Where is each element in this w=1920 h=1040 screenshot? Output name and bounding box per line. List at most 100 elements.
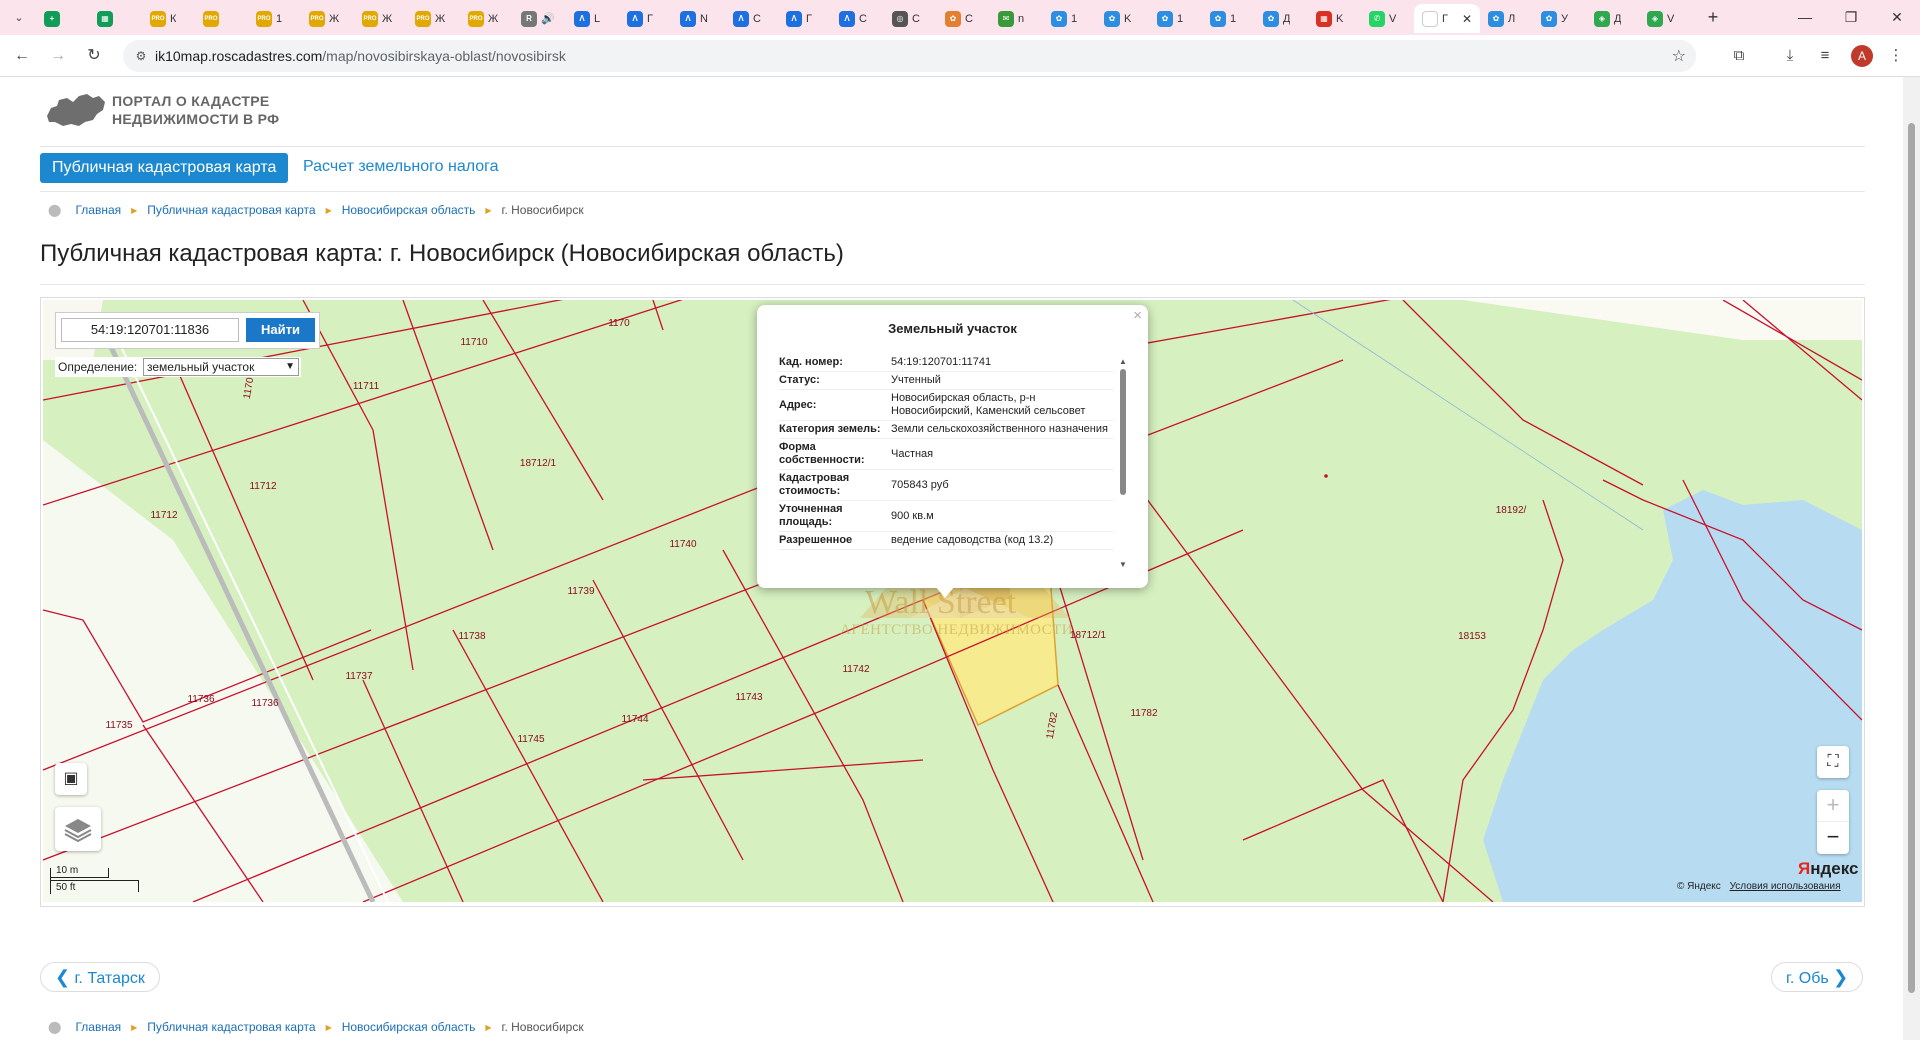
restore-icon[interactable]: ❐ [1828,0,1874,35]
parcel-number-label[interactable]: 11742 [842,664,870,675]
breadcrumb-home[interactable]: Главная [75,1020,121,1034]
media-control-icon[interactable]: ≡ [1813,44,1837,68]
browser-tab[interactable]: PRO К [142,4,195,33]
browser-tab[interactable]: PRO [195,4,248,33]
browser-tab[interactable]: + [36,4,89,33]
browser-tab[interactable]: ✿ 1 [1043,4,1096,33]
popup-scrollbar[interactable]: ▲ ▼ [1119,357,1127,569]
browser-tab[interactable]: ✆ V [1361,4,1414,33]
reload-icon[interactable]: ↻ [82,44,106,68]
page-scrollbar-thumb[interactable] [1908,123,1915,993]
layers-icon[interactable] [55,807,101,851]
browser-tab-active[interactable]: Г ✕ [1414,4,1480,33]
parcel-number-label[interactable]: 11738 [458,631,486,642]
prev-city-button[interactable]: ❮ г. Татарск [40,962,160,992]
parcel-number-label[interactable]: 11737 [345,671,373,682]
browser-tab[interactable]: ΛL [566,4,619,33]
parcel-number-label[interactable]: 11712 [150,510,178,521]
tab-title: C [965,12,973,25]
popup-scrollbar-thumb[interactable] [1120,369,1126,495]
browser-tab[interactable]: ΛГ [778,4,831,33]
forward-icon[interactable]: → [46,44,70,68]
parcel-number-label[interactable]: 11735 [105,720,133,731]
tab-search-chevron-icon[interactable]: ⌄ [8,7,30,29]
browser-tab[interactable]: R 🔊 [513,4,566,33]
parcel-number-label[interactable]: 11745 [517,734,545,745]
parcel-number-label[interactable]: 11743 [735,692,763,703]
breadcrumb-region[interactable]: Новосибирская область [342,1020,476,1034]
nav-cadastral-map[interactable]: Публичная кадастровая карта [40,153,289,183]
browser-tab[interactable]: PRO 1 [248,4,301,33]
browser-menu-icon[interactable]: ⋮ [1884,44,1908,68]
breadcrumb-cadastral-map[interactable]: Публичная кадастровая карта [147,1020,315,1034]
parcel-number-label[interactable]: 1170 [608,318,630,329]
browser-tab[interactable]: ΛГ [619,4,672,33]
parcel-number-label[interactable]: 18153 [1458,631,1486,642]
terms-of-use-link[interactable]: Условия использования [1730,881,1841,892]
zoom-out-button[interactable]: − [1817,822,1849,854]
site-logo-text[interactable]: ПОРТАЛ О КАДАСТРЕ НЕДВИЖИМОСТИ В РФ [112,92,279,128]
browser-tab[interactable]: ✿ Д [1255,4,1308,33]
address-bar[interactable]: ⚙ ik10map.roscadastres.com/map/novosibir… [123,40,1696,72]
fullscreen-icon[interactable]: ⛶ [1817,746,1849,778]
download-icon[interactable]: ⤓ [1778,44,1802,68]
page-scrollbar[interactable] [1903,77,1920,1040]
scroll-down-arrow-icon[interactable]: ▼ [1119,560,1127,569]
browser-tab[interactable]: PRO Ж [354,4,407,33]
browser-tab[interactable]: ◈ Д [1586,4,1639,33]
close-window-icon[interactable]: ✕ [1874,0,1920,35]
parcel-number-label[interactable]: 11740 [669,539,697,550]
browser-tab[interactable]: ▦ K [1308,4,1361,33]
site-info-icon[interactable]: ⚙ [133,48,149,64]
ruler-tool-icon[interactable]: ▣ [55,763,87,795]
browser-tab[interactable]: ✿ K [1096,4,1149,33]
browser-tab[interactable]: ✿ Л [1480,4,1533,33]
minimize-icon[interactable]: — [1782,0,1828,35]
browser-tab[interactable]: ◈ V [1639,4,1692,33]
parcel-number-label[interactable]: 18712/1 [1070,630,1107,641]
browser-tab[interactable]: ΛC [831,4,884,33]
browser-tab[interactable]: ΛC [725,4,778,33]
parcel-number-label[interactable]: 11712 [249,481,277,492]
browser-tab[interactable]: ▦ [89,4,142,33]
breadcrumb-arrow-icon: ▶ [485,205,492,215]
parcel-number-label[interactable]: 11744 [621,714,649,725]
breadcrumb-cadastral-map[interactable]: Публичная кадастровая карта [147,203,315,217]
browser-tab[interactable]: PRO Ж [460,4,513,33]
browser-tab[interactable]: PRO Ж [407,4,460,33]
extensions-icon[interactable]: ⧉ [1727,44,1751,68]
parcel-number-label[interactable]: 11710 [460,337,488,348]
yandex-logo[interactable]: Яндекс [1798,859,1858,879]
browser-tab[interactable]: ✿ 1 [1202,4,1255,33]
browser-tab[interactable]: ✉ n [990,4,1043,33]
next-city-button[interactable]: г. Обь ❯ [1771,962,1864,992]
search-button[interactable]: Найти [246,318,315,342]
breadcrumb-region[interactable]: Новосибирская область [342,203,476,217]
russia-map-logo-icon[interactable] [45,90,107,130]
definition-select[interactable]: земельный участок ▼ [143,358,299,376]
back-icon[interactable]: ← [10,44,34,68]
scroll-up-arrow-icon[interactable]: ▲ [1119,357,1127,366]
browser-tab[interactable]: PRO Ж [301,4,354,33]
browser-tab[interactable]: ✿ 1 [1149,4,1202,33]
cadastral-number-input[interactable]: 54:19:120701:11836 [61,318,239,342]
parcel-number-label[interactable]: 11736 [251,698,279,709]
zoom-in-button[interactable]: + [1817,790,1849,822]
browser-tab[interactable]: ✿ C [937,4,990,33]
tab-close-icon[interactable]: ✕ [1462,12,1472,26]
new-tab-icon[interactable]: + [1702,6,1724,28]
parcel-number-label[interactable]: 11736 [187,694,215,705]
parcel-number-label[interactable]: 11782 [1130,708,1158,719]
attribute-value: Новосибирская область, р-н Новосибирский… [891,392,1086,417]
browser-tab[interactable]: ◎ C [884,4,937,33]
bookmark-star-icon[interactable]: ☆ [1672,46,1686,66]
browser-tab[interactable]: ✿ У [1533,4,1586,33]
parcel-number-label[interactable]: 11711 [353,381,380,392]
browser-tab[interactable]: ΛN [672,4,725,33]
parcel-number-label[interactable]: 11739 [567,586,595,597]
parcel-number-label[interactable]: 18712/1 [520,458,557,469]
parcel-number-label[interactable]: 18192/ [1496,505,1527,516]
profile-avatar[interactable]: A [1851,45,1873,67]
nav-land-tax[interactable]: Расчет земельного налога [303,158,499,176]
breadcrumb-home[interactable]: Главная [75,203,121,217]
